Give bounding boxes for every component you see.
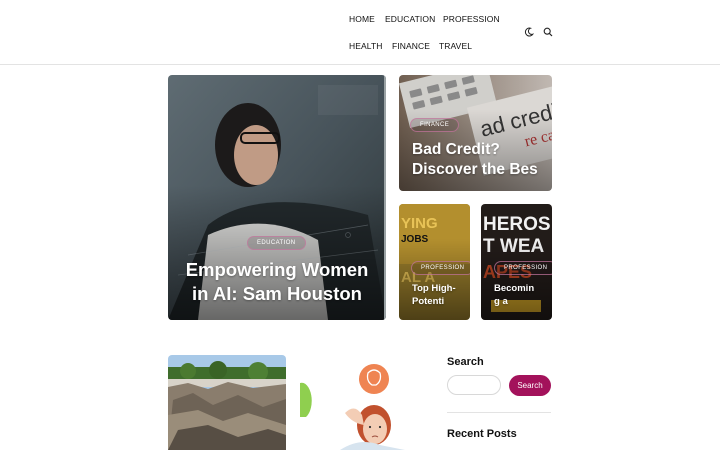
nav-travel[interactable]: TRAVEL [439, 41, 472, 51]
sidebar-divider [447, 412, 551, 413]
search-input[interactable] [447, 375, 501, 395]
category-badge[interactable]: PROFESSION [494, 261, 552, 275]
nav-health[interactable]: HEALTH [349, 41, 383, 51]
search-widget-title: Search [447, 356, 484, 368]
featured-profession-card-2[interactable]: HEROS T WEA APES PROFESSION Becomin g a [481, 204, 552, 320]
post-thumbnail-travel[interactable] [168, 355, 286, 450]
nav-finance[interactable]: FINANCE [392, 41, 430, 51]
profession-card-2-title[interactable]: Becomin g a [494, 282, 534, 308]
title-line: Empowering Women [185, 259, 369, 280]
recent-posts-title: Recent Posts [447, 428, 517, 440]
landscape-image [168, 355, 286, 450]
title-line: Bad Credit? [412, 141, 500, 158]
title-line: Potenti [412, 296, 445, 307]
moon-icon[interactable] [523, 26, 535, 38]
title-line: Discover the Bes [412, 161, 538, 178]
post-thumbnail-health[interactable] [300, 355, 405, 450]
featured-profession-card[interactable]: YING JOBS AL A PROFESSION Top High- Pote… [399, 204, 470, 320]
search-button[interactable]: Search [509, 375, 551, 396]
site-header: HOME EDUCATION PROFESSION HEALTH FINANCE… [0, 0, 720, 65]
featured-main-card[interactable]: EDUCATION Empowering Women in AI: Sam Ho… [168, 75, 386, 320]
featured-main-title[interactable]: Empowering Women in AI: Sam Houston [168, 258, 386, 306]
finance-card-title[interactable]: Bad Credit? Discover the Bes [412, 140, 538, 180]
featured-finance-card[interactable]: ad credit re ca FINANCE Bad Credit? Disc… [399, 75, 552, 191]
nav-home[interactable]: HOME [349, 14, 375, 24]
title-line: in AI: Sam Houston [192, 283, 362, 304]
nav-education[interactable]: EDUCATION [385, 14, 435, 24]
profession-card-title[interactable]: Top High- Potenti [412, 282, 456, 308]
title-line: Becomin [494, 283, 535, 294]
title-line: Top High- [412, 283, 456, 294]
category-badge[interactable]: FINANCE [410, 118, 460, 132]
category-badge[interactable]: EDUCATION [247, 236, 306, 250]
title-line: g a [494, 296, 508, 307]
nav-profession[interactable]: PROFESSION [443, 14, 500, 24]
category-badge[interactable]: PROFESSION [411, 261, 470, 275]
search-icon[interactable] [542, 26, 554, 38]
stressed-woman-image [300, 355, 405, 450]
